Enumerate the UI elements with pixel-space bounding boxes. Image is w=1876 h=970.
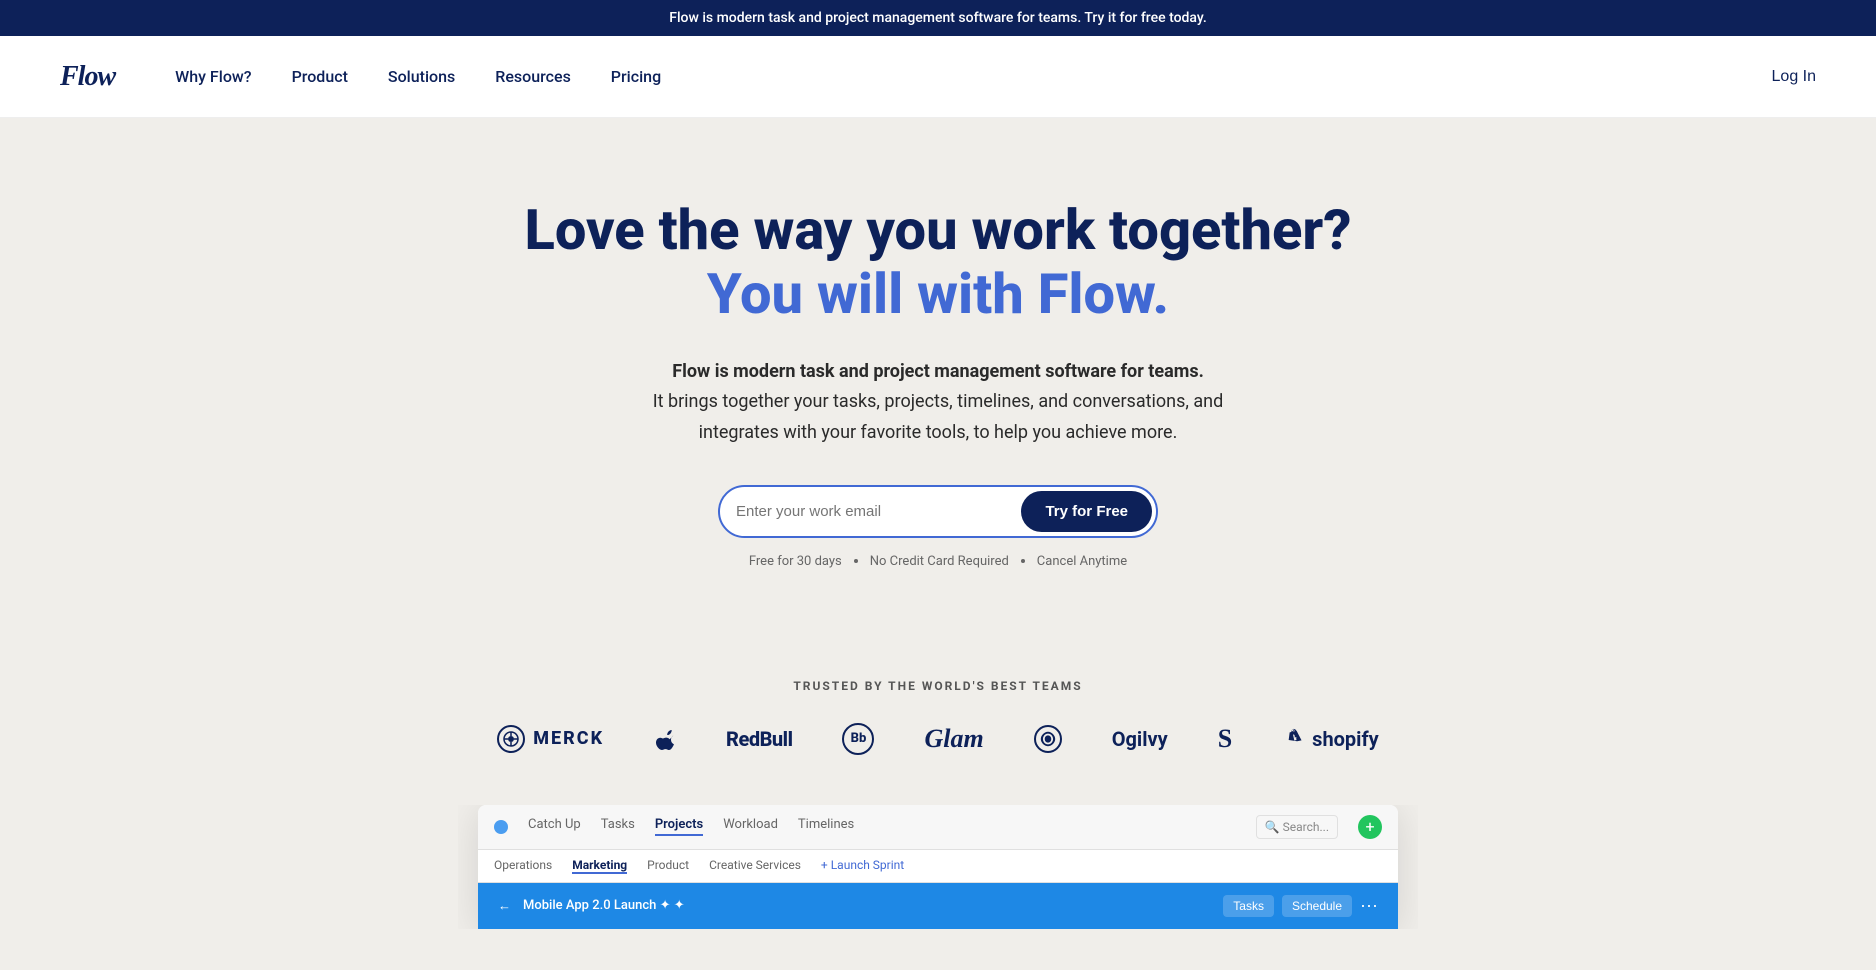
subtext-item2: No Credit Card Required	[870, 554, 1009, 569]
app-tab-projects[interactable]: Projects	[655, 817, 703, 836]
banner-text: Flow is modern task and project manageme…	[669, 10, 1207, 26]
subtext-item1: Free for 30 days	[749, 554, 842, 569]
app-subtab-marketing[interactable]: Marketing	[572, 858, 627, 874]
hero-section: Love the way you work together? You will…	[0, 118, 1876, 629]
email-input[interactable]	[736, 493, 1021, 530]
app-tasks-button[interactable]: Tasks	[1223, 895, 1274, 917]
navbar: Flow Why Flow? Product Solutions Resourc…	[0, 36, 1876, 118]
app-search: 🔍 Search...	[1256, 815, 1338, 839]
app-back-arrow[interactable]: ←	[498, 898, 511, 914]
nav-links: Why Flow? Product Solutions Resources Pr…	[175, 67, 1771, 86]
nav-link-resources[interactable]: Resources	[495, 67, 571, 86]
brand-ogilvy: Ogilvy	[1112, 727, 1168, 751]
nav-link-solutions[interactable]: Solutions	[388, 67, 455, 86]
email-form: Try for Free	[718, 485, 1158, 538]
merck-icon	[497, 725, 525, 753]
app-preview-section: Catch Up Tasks Projects Workload Timelin…	[458, 805, 1418, 929]
shopify-bag-icon	[1282, 728, 1304, 750]
add-button[interactable]: +	[1358, 815, 1382, 839]
scribd-icon: S	[1218, 724, 1232, 754]
app-subtab-creative[interactable]: Creative Services	[709, 858, 801, 874]
trusted-label: TRUSTED BY THE WORLD'S BEST TEAMS	[20, 679, 1856, 693]
login-button[interactable]: Log In	[1772, 68, 1816, 86]
brand-shopify: shopify	[1282, 727, 1379, 751]
app-project-name: Mobile App 2.0 Launch ✦ ✦	[523, 898, 1223, 913]
app-tabs: Catch Up Tasks Projects Workload Timelin…	[528, 817, 854, 836]
glam-text: Glam	[924, 724, 983, 754]
ogilvy-text: Ogilvy	[1112, 727, 1168, 751]
hero-title-line2: You will with Flow.	[20, 262, 1856, 326]
redbull-text: RedBull	[726, 727, 792, 751]
hero-desc-normal: It brings together your tasks, projects,…	[653, 391, 1224, 443]
brand-apple	[654, 728, 676, 750]
nav-link-product[interactable]: Product	[292, 67, 348, 86]
trusted-section: TRUSTED BY THE WORLD'S BEST TEAMS MERCK	[0, 629, 1876, 785]
app-bottom-bar: ← Mobile App 2.0 Launch ✦ ✦ Tasks Schedu…	[478, 883, 1398, 929]
app-tab-catchup[interactable]: Catch Up	[528, 817, 581, 836]
form-subtext: Free for 30 days No Credit Card Required…	[20, 554, 1856, 569]
dot-separator-1	[854, 559, 858, 563]
carhartt-icon	[1039, 730, 1057, 748]
brand-scribd: S	[1218, 724, 1232, 754]
logo[interactable]: Flow	[60, 61, 115, 93]
shopify-text: shopify	[1312, 727, 1379, 751]
hero-desc-bold: Flow is modern task and project manageme…	[672, 361, 1204, 382]
app-subtab-product[interactable]: Product	[647, 858, 689, 874]
dot-separator-2	[1021, 559, 1025, 563]
brand-redbull: RedBull	[726, 727, 792, 751]
app-back-button[interactable]	[494, 820, 508, 834]
brand-merck: MERCK	[497, 725, 604, 753]
subtext-item3: Cancel Anytime	[1037, 554, 1127, 569]
app-more-button[interactable]: ···	[1360, 895, 1378, 917]
behance-icon: Bb	[842, 723, 874, 755]
brand-carhartt	[1034, 725, 1062, 753]
app-subtab-operations[interactable]: Operations	[494, 858, 552, 874]
try-for-free-button[interactable]: Try for Free	[1021, 491, 1152, 532]
app-tab-tasks[interactable]: Tasks	[601, 817, 635, 836]
app-tab-timelines[interactable]: Timelines	[798, 817, 854, 836]
nav-link-why-flow[interactable]: Why Flow?	[175, 67, 251, 86]
app-window: Catch Up Tasks Projects Workload Timelin…	[478, 805, 1398, 929]
apple-icon	[654, 728, 676, 750]
app-sub-tabs: Operations Marketing Product Creative Se…	[478, 850, 1398, 883]
app-tab-workload[interactable]: Workload	[723, 817, 778, 836]
app-subtab-more[interactable]: + Launch Sprint	[821, 858, 904, 874]
brand-glam: Glam	[924, 724, 983, 754]
app-topbar: Catch Up Tasks Projects Workload Timelin…	[478, 805, 1398, 850]
top-banner: Flow is modern task and project manageme…	[0, 0, 1876, 36]
app-schedule-button[interactable]: Schedule	[1282, 895, 1352, 917]
merck-text: MERCK	[533, 728, 604, 749]
app-action-buttons: Tasks Schedule ···	[1223, 895, 1378, 917]
hero-description: Flow is modern task and project manageme…	[628, 357, 1248, 449]
nav-link-pricing[interactable]: Pricing	[611, 67, 661, 86]
brand-behance: Bb	[842, 723, 874, 755]
app-search-box[interactable]: 🔍 Search...	[1256, 815, 1338, 839]
logos-row: MERCK RedBull Bb Glam Ogilvy	[20, 723, 1856, 755]
hero-title-line1: Love the way you work together?	[20, 198, 1856, 262]
